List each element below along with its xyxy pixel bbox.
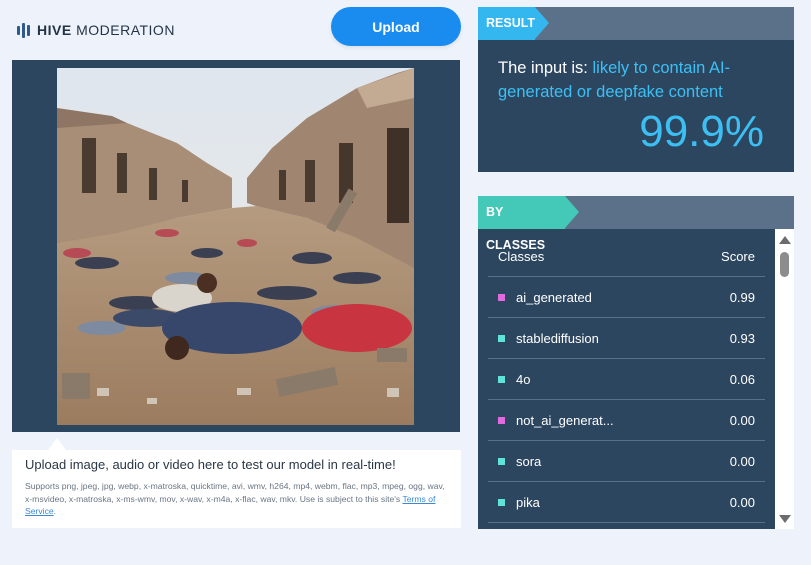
- hive-logo-icon: [17, 22, 30, 38]
- class-color-marker: [498, 375, 505, 383]
- result-text: The input is: likely to contain AI-gener…: [498, 56, 768, 104]
- class-name: not_ai_generat...: [516, 412, 614, 428]
- result-tab-bar: RESULT: [478, 7, 794, 40]
- logo-product: MODERATION: [76, 22, 175, 38]
- logo-brand: HIVE: [37, 22, 72, 38]
- class-color-marker: [498, 293, 505, 301]
- class-color-marker: [498, 457, 505, 465]
- image-preview-panel: [12, 60, 460, 432]
- score-column-header: Score: [721, 248, 755, 264]
- class-row: pika 0.00: [488, 482, 765, 523]
- class-name: pika: [516, 494, 540, 510]
- scroll-down-arrow-icon[interactable]: [779, 515, 791, 523]
- class-score: 0.00: [729, 494, 755, 510]
- upload-title: Upload image, audio or video here to tes…: [25, 457, 396, 472]
- class-score: 0.00: [729, 453, 755, 469]
- class-name: ai_generated: [516, 289, 592, 305]
- class-color-marker: [498, 334, 505, 342]
- classes-column-header: Classes: [498, 248, 545, 264]
- panel-notch: [48, 438, 66, 450]
- class-score: 0.06: [729, 371, 755, 387]
- upload-button[interactable]: Upload: [331, 7, 461, 46]
- scroll-up-arrow-icon[interactable]: [779, 236, 791, 244]
- classes-scrollbar[interactable]: [775, 229, 794, 529]
- class-row: stablediffusion 0.93: [488, 318, 765, 359]
- supported-formats: Supports png, jpeg, jpg, webp, x-matrosk…: [25, 480, 448, 518]
- result-panel: RESULT The input is: likely to contain A…: [478, 7, 794, 172]
- class-score: 0.99: [729, 289, 755, 305]
- classes-tab-bar: BY CLASSES: [478, 196, 794, 252]
- class-row: sora 0.00: [488, 441, 765, 482]
- result-score: 99.9%: [639, 107, 764, 156]
- class-name: 4o: [516, 371, 531, 387]
- class-row: 4o 0.06: [488, 359, 765, 400]
- classes-table-header: Classes Score: [488, 236, 765, 277]
- class-color-marker: [498, 498, 505, 506]
- by-classes-tab: BY CLASSES: [478, 196, 579, 252]
- class-name: sora: [516, 453, 542, 469]
- hive-logo[interactable]: HIVE MODERATION: [17, 22, 175, 38]
- terms-suffix: .: [53, 506, 57, 516]
- logo-text: HIVE MODERATION: [37, 22, 175, 38]
- class-row: ai_generated 0.99: [488, 277, 765, 318]
- classes-panel: BY CLASSES Classes Score ai_generated 0.…: [478, 196, 794, 529]
- class-color-marker: [498, 416, 505, 424]
- class-score: 0.00: [729, 412, 755, 428]
- class-row: not_ai_generat... 0.00: [488, 400, 765, 441]
- class-name: stablediffusion: [516, 330, 599, 346]
- result-prefix: The input is:: [498, 59, 588, 77]
- upload-instructions[interactable]: Upload image, audio or video here to tes…: [12, 450, 461, 528]
- supported-formats-text: Supports png, jpeg, jpg, webp, x-matrosk…: [25, 481, 445, 504]
- scroll-thumb[interactable]: [780, 252, 789, 277]
- result-tab: RESULT: [478, 7, 549, 40]
- class-score: 0.93: [729, 330, 755, 346]
- classes-table: Classes Score ai_generated 0.99 stabledi…: [488, 236, 765, 523]
- uploaded-image: [57, 68, 414, 425]
